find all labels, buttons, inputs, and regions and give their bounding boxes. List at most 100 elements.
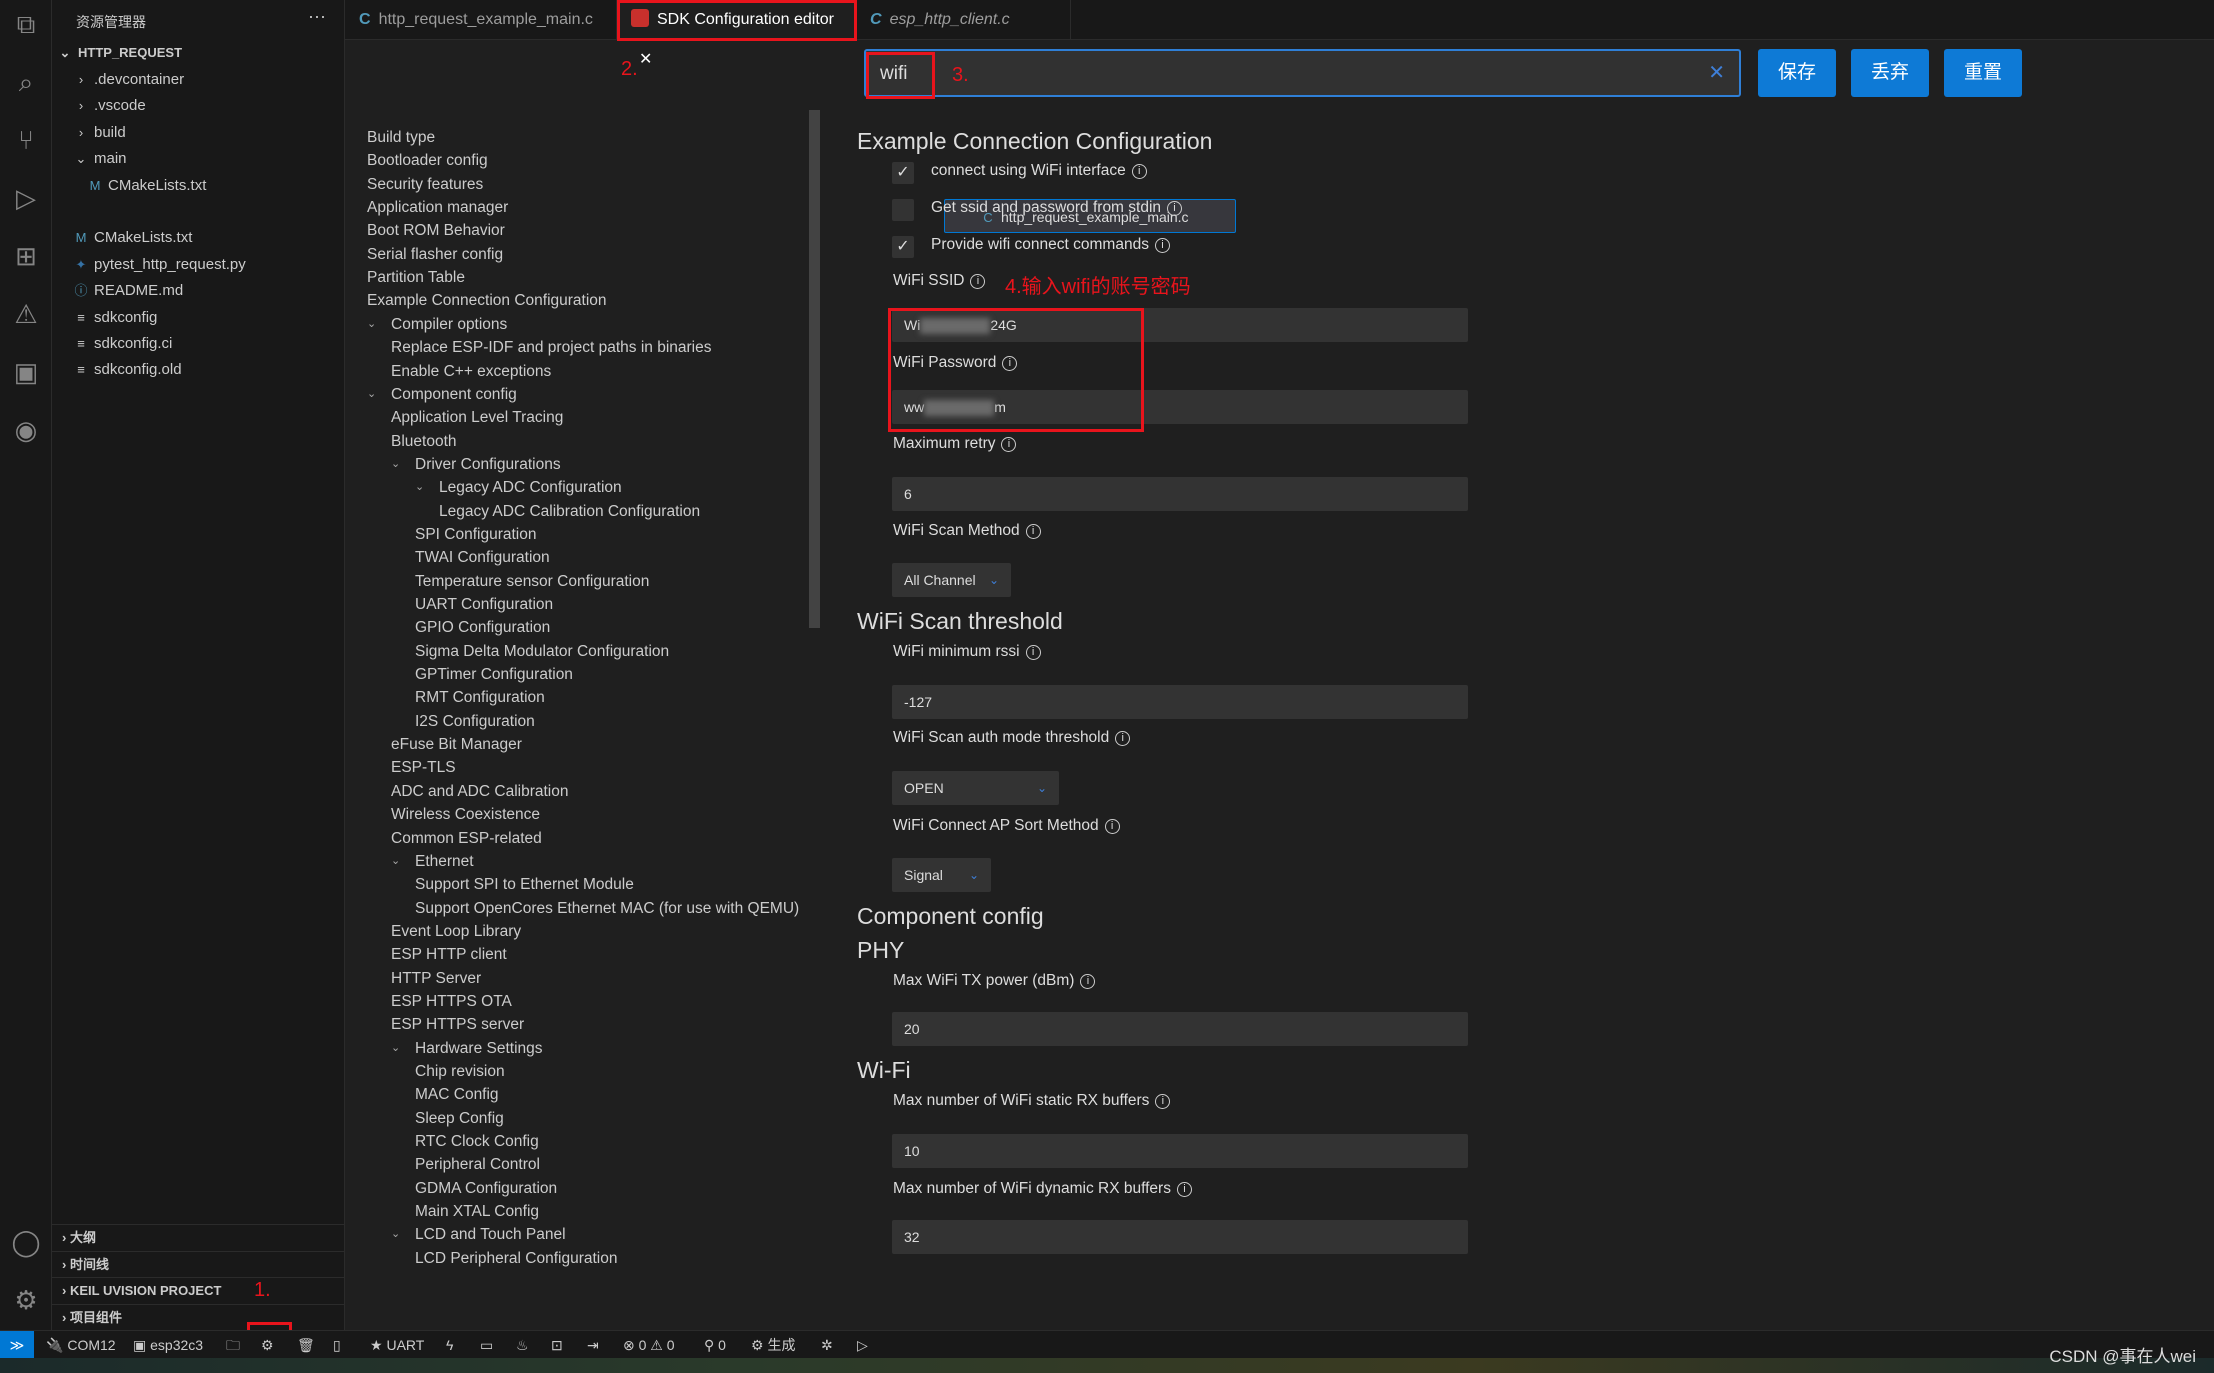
- panel-header[interactable]: › KEIL UVISION PROJECT: [52, 1277, 344, 1303]
- tree-item[interactable]: LCD Peripheral Configuration: [415, 1247, 617, 1270]
- flame-icon[interactable]: ♨: [516, 1331, 529, 1359]
- tree-item[interactable]: ⌄ Legacy ADC Configuration: [415, 476, 622, 499]
- remote-icon[interactable]: ≫: [0, 1331, 34, 1359]
- tree-item[interactable]: Partition Table: [367, 266, 465, 289]
- tab-main-c[interactable]: Chttp_request_example_main.c: [345, 0, 617, 40]
- extensions-icon[interactable]: ⊞: [10, 240, 42, 272]
- explorer-icon[interactable]: ⧉: [10, 8, 42, 40]
- tree-item[interactable]: ESP HTTPS server: [391, 1013, 524, 1036]
- tree-item[interactable]: Application manager: [367, 196, 508, 219]
- tree-item[interactable]: Bluetooth: [391, 430, 457, 453]
- info-icon[interactable]: i: [1155, 1094, 1171, 1109]
- trash-icon[interactable]: 🗑: [297, 1331, 315, 1359]
- tree-item[interactable]: RTC Clock Config: [415, 1130, 539, 1153]
- scan-method-select[interactable]: All Channel ⌄: [892, 563, 1011, 597]
- tree-item[interactable]: Sleep Config: [415, 1107, 504, 1130]
- tree-item[interactable]: Example Connection Configuration: [367, 289, 607, 312]
- chevron-down-icon[interactable]: ⌄: [367, 313, 383, 336]
- tree-item[interactable]: ⌄ Compiler options: [367, 313, 507, 336]
- file-item[interactable]: M CMakeLists.txt: [52, 173, 344, 199]
- tree-scrollbar[interactable]: [809, 110, 820, 628]
- chevron-down-icon[interactable]: ⌄: [391, 453, 407, 476]
- folder-icon[interactable]: 🗀: [226, 1331, 240, 1359]
- connect-wifi-checkbox[interactable]: ✓: [892, 162, 914, 184]
- tree-item[interactable]: TWAI Configuration: [415, 546, 550, 569]
- tree-item[interactable]: Chip revision: [415, 1060, 505, 1083]
- info-icon[interactable]: i: [1001, 437, 1017, 452]
- tree-item[interactable]: ESP HTTP client: [391, 943, 507, 966]
- tree-item[interactable]: Support SPI to Ethernet Module: [415, 873, 634, 896]
- file-item[interactable]: › .vscode: [52, 93, 344, 119]
- tree-item[interactable]: ⌄ Component config: [367, 383, 517, 406]
- rssi-input[interactable]: -127: [892, 685, 1468, 719]
- tab-esp-http-client[interactable]: Cesp_http_client.c: [856, 0, 1071, 40]
- retry-input[interactable]: 6: [892, 477, 1468, 511]
- tree-item[interactable]: ⌄ Driver Configurations: [391, 453, 561, 476]
- run-debug-icon[interactable]: ▷: [10, 182, 42, 214]
- tree-item[interactable]: Peripheral Control: [415, 1153, 540, 1176]
- tree-item[interactable]: Application Level Tracing: [391, 406, 563, 429]
- debug-icon[interactable]: ✲: [821, 1331, 833, 1359]
- chevron-down-icon[interactable]: ⌄: [391, 850, 407, 873]
- file-item[interactable]: ≡ sdkconfig: [52, 305, 344, 331]
- file-item[interactable]: › build: [52, 120, 344, 146]
- port-item[interactable]: 🔌 COM12: [46, 1331, 116, 1359]
- tree-item[interactable]: GPTimer Configuration: [415, 663, 573, 686]
- tree-item[interactable]: eFuse Bit Manager: [391, 733, 522, 756]
- info-icon[interactable]: i: [1115, 731, 1131, 746]
- file-item[interactable]: ⓘ README.md: [52, 278, 344, 304]
- info-icon[interactable]: i: [1176, 1182, 1192, 1197]
- chevron-down-icon[interactable]: ⌄: [415, 476, 431, 499]
- panel-header[interactable]: › 时间线: [52, 1250, 344, 1277]
- tree-item[interactable]: Main XTAL Config: [415, 1200, 539, 1223]
- file-item[interactable]: › .devcontainer: [52, 67, 344, 93]
- tree-item[interactable]: ESP HTTPS OTA: [391, 990, 512, 1013]
- reset-button[interactable]: 重置: [1944, 49, 2022, 97]
- tree-item[interactable]: Temperature sensor Configuration: [415, 570, 649, 593]
- source-control-icon[interactable]: ⑂: [10, 124, 42, 156]
- info-icon[interactable]: i: [1104, 819, 1120, 834]
- panel-header[interactable]: › 项目组件: [52, 1303, 344, 1330]
- tree-item[interactable]: Boot ROM Behavior: [367, 219, 505, 242]
- tree-item[interactable]: GPIO Configuration: [415, 616, 550, 639]
- bolt-icon[interactable]: ϟ: [446, 1331, 453, 1359]
- platformio-icon[interactable]: ⚠: [10, 298, 42, 330]
- tree-item[interactable]: Security features: [367, 173, 483, 196]
- tree-item[interactable]: Common ESP-related: [391, 827, 542, 850]
- info-icon[interactable]: i: [1025, 645, 1041, 660]
- panel-header[interactable]: › 大纲: [52, 1224, 344, 1250]
- tree-item[interactable]: ADC and ADC Calibration: [391, 780, 568, 803]
- build-item[interactable]: ⚙ 生成: [751, 1331, 795, 1359]
- info-icon[interactable]: i: [1154, 238, 1170, 253]
- tree-item[interactable]: Enable C++ exceptions: [391, 360, 551, 383]
- export-icon[interactable]: ⇥: [587, 1331, 599, 1359]
- tree-item[interactable]: Event Loop Library: [391, 920, 521, 943]
- uart-item[interactable]: ★ UART: [370, 1331, 424, 1359]
- info-icon[interactable]: i: [1131, 164, 1147, 179]
- tree-item[interactable]: SPI Configuration: [415, 523, 537, 546]
- info-icon[interactable]: i: [1080, 974, 1096, 989]
- chip-icon[interactable]: ▣: [10, 356, 42, 388]
- tree-item[interactable]: ⌄ LCD and Touch Panel: [391, 1223, 566, 1246]
- search-input[interactable]: [880, 63, 1660, 85]
- chip-item[interactable]: ▣ esp32c3: [133, 1331, 203, 1359]
- file-item[interactable]: M CMakeLists.txt: [52, 225, 344, 251]
- info-icon[interactable]: i: [1025, 524, 1041, 539]
- chevron-down-icon[interactable]: ⌄: [391, 1037, 407, 1060]
- terminal-icon[interactable]: ⊡: [551, 1331, 563, 1359]
- search-icon[interactable]: ⌕: [10, 66, 42, 98]
- tree-item[interactable]: Replace ESP-IDF and project paths in bin…: [391, 336, 712, 359]
- tree-item[interactable]: ESP-TLS: [391, 756, 456, 779]
- clear-icon[interactable]: ✕: [1708, 60, 1725, 85]
- tree-item[interactable]: UART Configuration: [415, 593, 553, 616]
- tree-item[interactable]: RMT Configuration: [415, 686, 545, 709]
- dynamic-rx-input[interactable]: 32: [892, 1220, 1468, 1254]
- tree-item[interactable]: ⌄ Ethernet: [391, 850, 474, 873]
- tree-item[interactable]: Bootloader config: [367, 149, 488, 172]
- provide-cmds-checkbox[interactable]: ✓: [892, 236, 914, 258]
- problems-item[interactable]: ⊗ 0 ⚠ 0: [623, 1331, 675, 1359]
- stdin-checkbox[interactable]: [892, 199, 914, 221]
- discard-button[interactable]: 丢弃: [1851, 49, 1929, 97]
- ports-item[interactable]: ⚲ 0: [704, 1331, 726, 1359]
- folder-root[interactable]: ⌄ HTTP_REQUEST: [52, 40, 344, 66]
